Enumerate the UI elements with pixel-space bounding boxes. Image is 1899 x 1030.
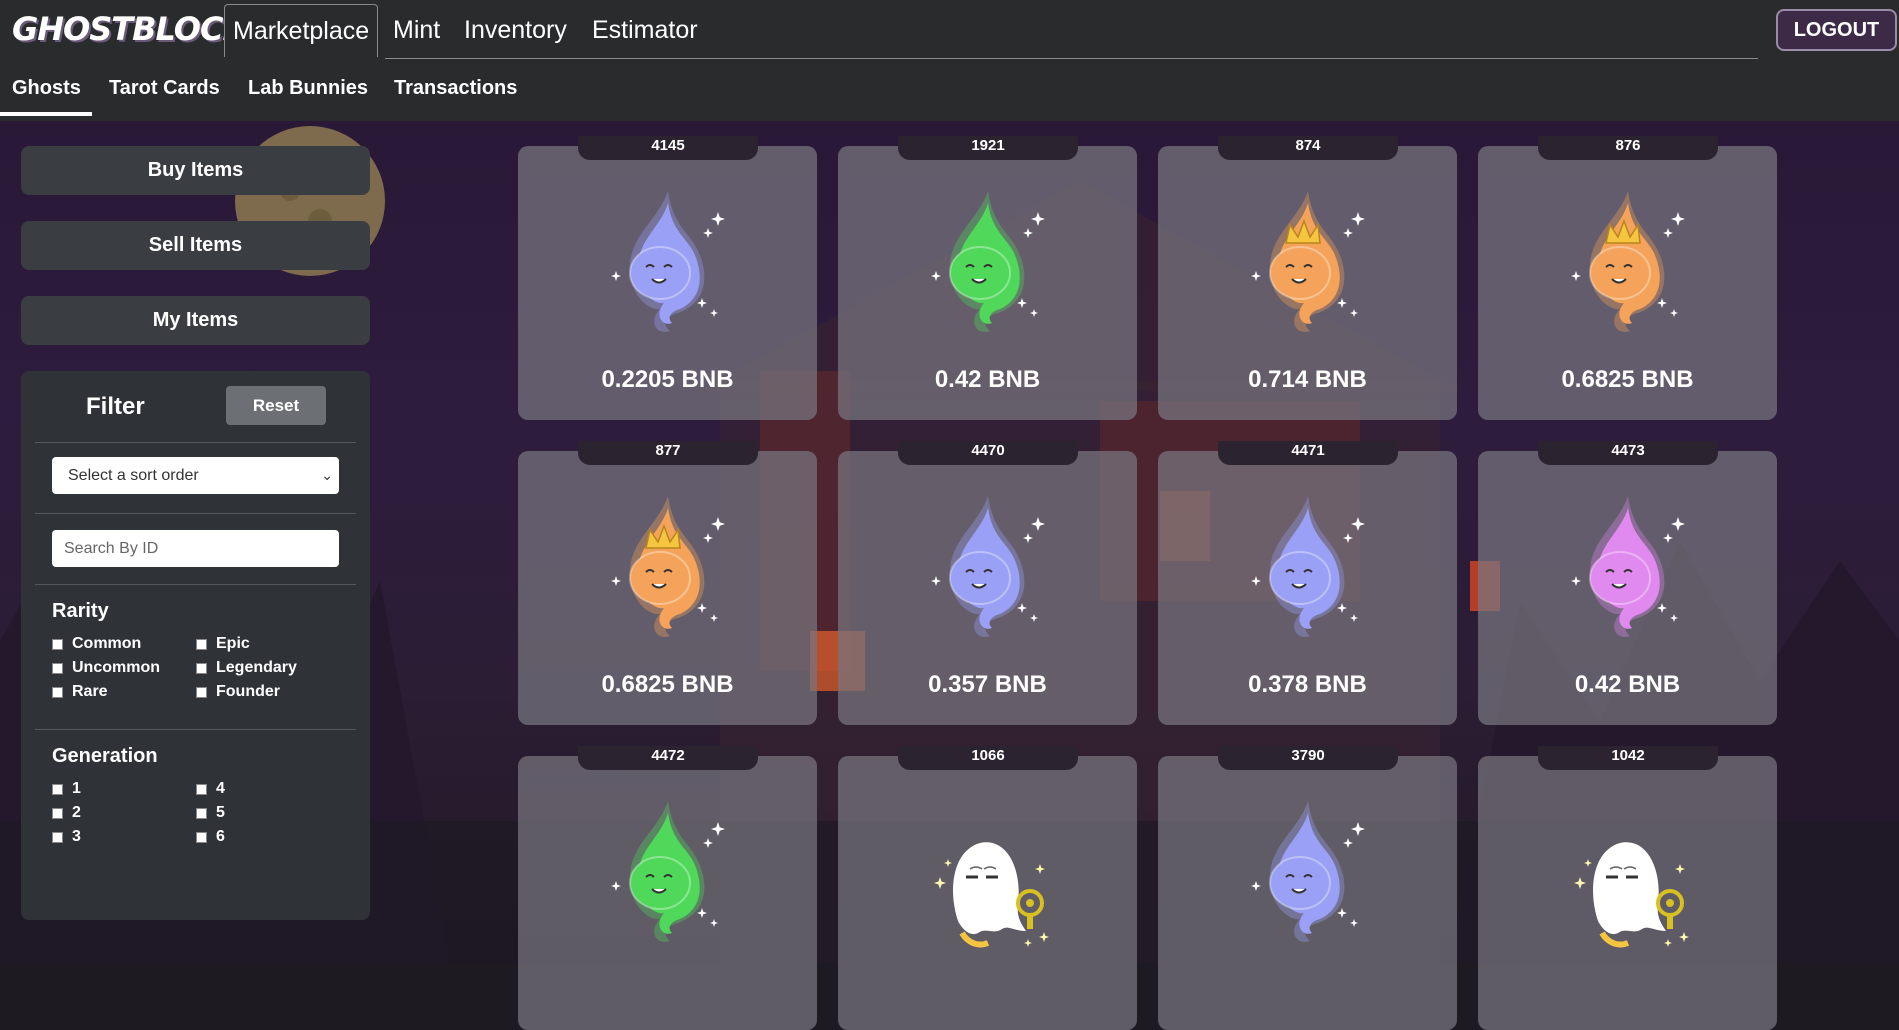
ghost-icon [1238, 486, 1378, 646]
checkbox-label: 3 [72, 828, 81, 845]
item-id: 1042 [1538, 746, 1718, 770]
active-tab-indicator [0, 112, 92, 116]
ghost-icon [598, 791, 738, 951]
filter-title: Filter [86, 393, 145, 420]
item-id: 1921 [898, 136, 1078, 160]
search-by-id-input[interactable] [52, 530, 339, 567]
checkbox-label: Rare [72, 683, 108, 700]
nav-mint[interactable]: Mint [385, 4, 448, 57]
top-navbar: GHOSTBLOCK Marketplace Mint Inventory Es… [0, 0, 1899, 60]
ghost-icon [1558, 791, 1698, 951]
item-id: 1066 [898, 746, 1078, 770]
tab-lab-bunnies[interactable]: Lab Bunnies [248, 77, 368, 100]
item-price: 0.2205 BNB [601, 366, 734, 393]
chevron-down-icon: ⌄ [321, 467, 333, 483]
item-price: 0.357 BNB [928, 671, 1047, 698]
checkbox-label: 2 [72, 804, 81, 821]
ghost-icon [1558, 181, 1698, 341]
checkbox-label: Uncommon [72, 659, 160, 676]
ghost-icon [1238, 181, 1378, 341]
ghost-icon [598, 486, 738, 646]
checkbox-label: 1 [72, 780, 81, 797]
item-id: 877 [578, 441, 758, 465]
item-card[interactable]: 4472 [518, 746, 817, 1030]
item-card[interactable]: 3790 [1158, 746, 1457, 1030]
checkbox-label: 6 [216, 828, 225, 845]
item-id: 4473 [1538, 441, 1718, 465]
item-card[interactable]: 874 0.714 BNB [1158, 136, 1457, 420]
nav-divider [385, 58, 1758, 59]
divider [35, 513, 356, 514]
divider [35, 584, 356, 585]
item-card[interactable]: 1066 [838, 746, 1137, 1030]
my-items-button[interactable]: My Items [21, 296, 370, 345]
item-price: 0.42 BNB [1574, 671, 1681, 698]
item-card[interactable]: 877 0.6825 BNB [518, 441, 817, 725]
item-card[interactable]: 4471 0.378 BNB [1158, 441, 1457, 725]
tab-transactions[interactable]: Transactions [394, 77, 517, 100]
sell-items-button[interactable]: Sell Items [21, 221, 370, 270]
item-price: 0.42 BNB [934, 366, 1041, 393]
ghost-icon [1238, 791, 1378, 951]
item-card[interactable]: 1042 [1478, 746, 1777, 1030]
item-id: 876 [1538, 136, 1718, 160]
ghost-icon [918, 486, 1058, 646]
ghost-icon [1558, 486, 1698, 646]
item-card[interactable]: 1921 0.42 BNB [838, 136, 1137, 420]
item-price: 0.6825 BNB [601, 671, 734, 698]
item-card[interactable]: 4470 0.357 BNB [838, 441, 1137, 725]
item-card[interactable]: 4473 0.42 BNB [1478, 441, 1777, 725]
divider [35, 442, 356, 443]
ghost-icon [918, 791, 1058, 951]
item-id: 4470 [898, 441, 1078, 465]
filter-panel: Filter Reset Select a sort order ⌄ Rarit… [21, 371, 370, 920]
logout-button[interactable]: LOGOUT [1776, 9, 1897, 51]
item-price: 0.714 BNB [1248, 366, 1367, 393]
rarity-title: Rarity [52, 600, 109, 622]
checkbox-label: Founder [216, 683, 280, 700]
checkbox-label: Legendary [216, 659, 297, 676]
ghost-icon [598, 181, 738, 341]
checkbox-label: Common [72, 635, 142, 652]
nav-inventory[interactable]: Inventory [456, 4, 575, 57]
category-tabs: Ghosts Tarot Cards Lab Bunnies Transacti… [0, 60, 1899, 121]
item-id: 3790 [1218, 746, 1398, 770]
item-card[interactable]: 4145 0.2205 BNB [518, 136, 817, 420]
nav-marketplace[interactable]: Marketplace [224, 4, 379, 57]
sort-order-select[interactable]: Select a sort order ⌄ [52, 457, 339, 494]
item-card[interactable]: 876 0.6825 BNB [1478, 136, 1777, 420]
generation-title: Generation [52, 745, 158, 767]
item-id: 874 [1218, 136, 1398, 160]
ghost-icon [918, 181, 1058, 341]
sort-order-value: Select a sort order [68, 467, 199, 484]
nav-estimator[interactable]: Estimator [584, 4, 706, 57]
item-id: 4472 [578, 746, 758, 770]
item-id: 4145 [578, 136, 758, 160]
item-id: 4471 [1218, 441, 1398, 465]
tab-ghosts[interactable]: Ghosts [12, 77, 81, 100]
checkbox-label: 4 [216, 780, 225, 797]
tab-tarot-cards[interactable]: Tarot Cards [109, 77, 220, 100]
ghostblock-logo[interactable]: GHOSTBLOCK [12, 10, 247, 48]
divider [35, 729, 356, 730]
reset-button[interactable]: Reset [226, 386, 326, 425]
item-price: 0.6825 BNB [1561, 366, 1694, 393]
buy-items-button[interactable]: Buy Items [21, 146, 370, 195]
item-price: 0.378 BNB [1248, 671, 1367, 698]
checkbox-label: Epic [216, 635, 250, 652]
checkbox-label: 5 [216, 804, 225, 821]
